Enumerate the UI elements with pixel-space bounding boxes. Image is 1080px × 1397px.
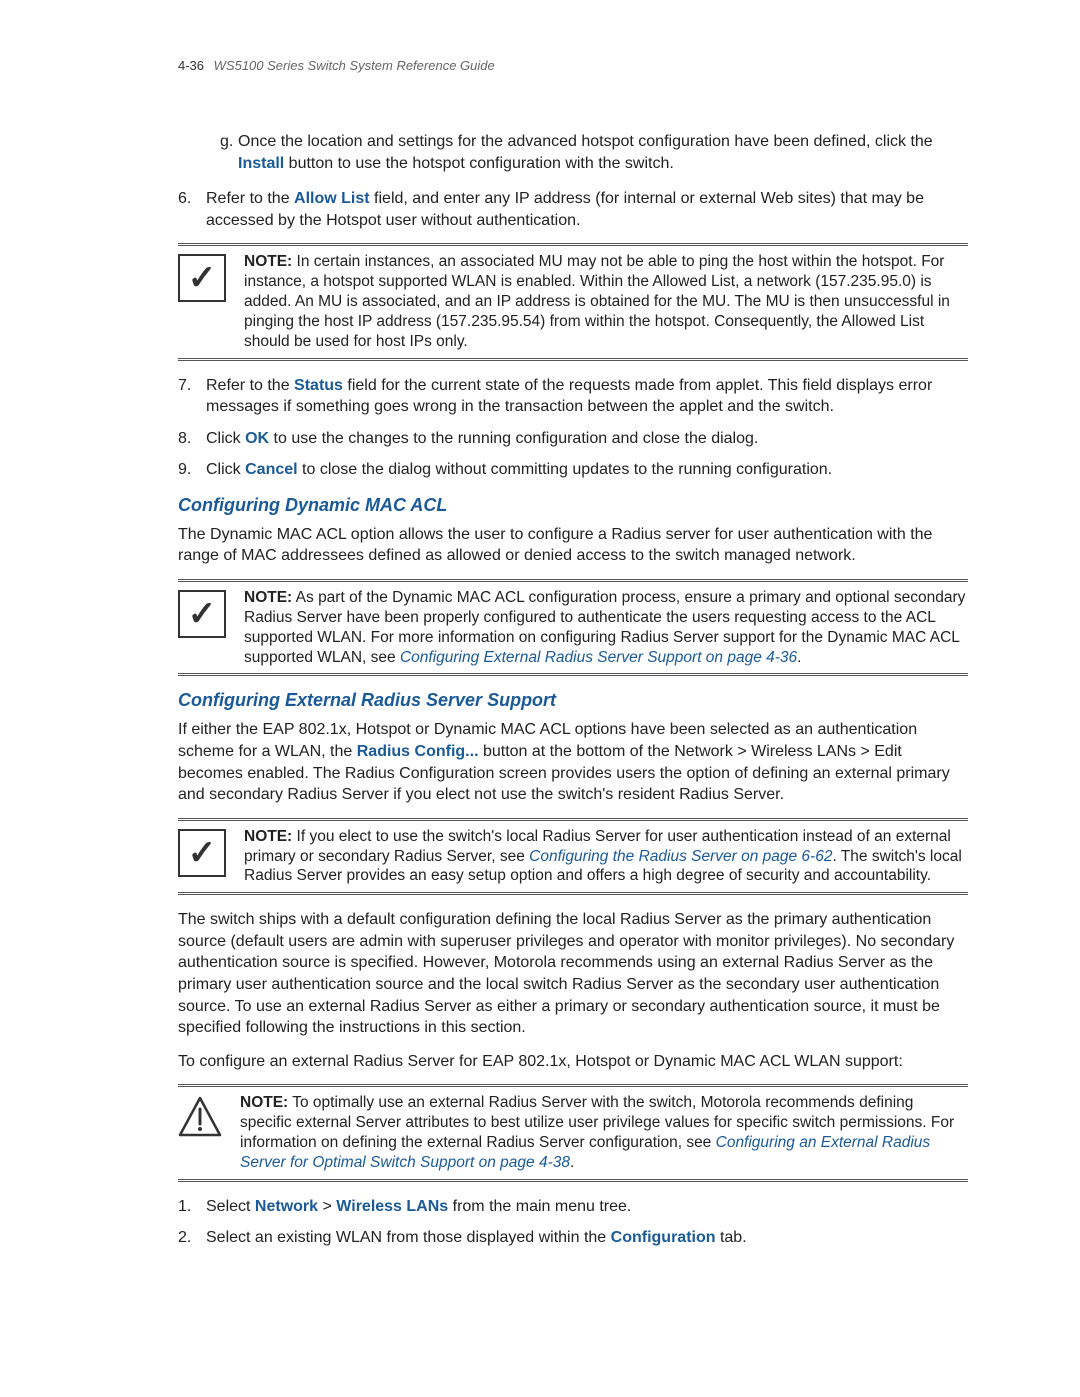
step-number: 2.: [178, 1227, 206, 1249]
note-text: NOTE: To optimally use an external Radiu…: [240, 1093, 968, 1172]
step-8: 8. Click OK to use the changes to the ru…: [178, 428, 968, 450]
configuration-tab: Configuration: [611, 1229, 716, 1246]
page-number: 4-36: [178, 58, 204, 73]
substep-letter: g.: [220, 131, 238, 174]
heading-dynamic-mac-acl: Configuring Dynamic MAC ACL: [178, 495, 968, 516]
menu-network: Network: [255, 1198, 318, 1215]
radius-config-button-label: Radius Config...: [357, 743, 479, 760]
check-icon: ✓: [178, 829, 226, 877]
substep-g: g. Once the location and settings for th…: [220, 131, 968, 174]
note-text: NOTE: As part of the Dynamic MAC ACL con…: [244, 588, 968, 667]
check-icon: ✓: [178, 590, 226, 638]
step-2-select-wlan: 2. Select an existing WLAN from those di…: [178, 1227, 968, 1249]
check-icon: ✓: [178, 254, 226, 302]
menu-wireless-lans: Wireless LANs: [336, 1198, 448, 1215]
link-configuring-radius-server[interactable]: Configuring the Radius Server on page 6-…: [529, 848, 832, 865]
doc-title: WS5100 Series Switch System Reference Gu…: [214, 58, 495, 73]
step-content: Refer to the Status field for the curren…: [206, 375, 968, 418]
para-default-config: The switch ships with a default configur…: [178, 909, 968, 1039]
step-number: 8.: [178, 428, 206, 450]
document-page: 4-36 WS5100 Series Switch System Referen…: [0, 0, 1080, 1397]
step-content: Select an existing WLAN from those displ…: [206, 1227, 968, 1249]
page-header: 4-36 WS5100 Series Switch System Referen…: [178, 58, 968, 73]
step-number: 9.: [178, 459, 206, 481]
install-button-label: Install: [238, 155, 284, 172]
cancel-button-label: Cancel: [245, 461, 297, 478]
step-content: Click Cancel to close the dialog without…: [206, 459, 968, 481]
step-1-select-network: 1. Select Network > Wireless LANs from t…: [178, 1196, 968, 1218]
step-content: Select Network > Wireless LANs from the …: [206, 1196, 968, 1218]
step-content: Refer to the Allow List field, and enter…: [206, 188, 968, 231]
para-dynamic-mac-acl: The Dynamic MAC ACL option allows the us…: [178, 524, 968, 567]
para-configure-external: To configure an external Radius Server f…: [178, 1051, 968, 1073]
link-configuring-external-radius[interactable]: Configuring External Radius Server Suppo…: [400, 649, 797, 666]
step-number: 1.: [178, 1196, 206, 1218]
note-allowed-list: ✓ NOTE: In certain instances, an associa…: [178, 243, 968, 360]
heading-external-radius: Configuring External Radius Server Suppo…: [178, 690, 968, 711]
note-text: NOTE: In certain instances, an associate…: [244, 252, 968, 351]
step-number: 6.: [178, 188, 206, 231]
note-local-radius: ✓ NOTE: If you elect to use the switch's…: [178, 818, 968, 895]
ok-button-label: OK: [245, 430, 269, 447]
step-7: 7. Refer to the Status field for the cur…: [178, 375, 968, 418]
note-external-radius-optimal: NOTE: To optimally use an external Radiu…: [178, 1084, 968, 1181]
allow-list-field: Allow List: [294, 190, 370, 207]
substep-text: Once the location and settings for the a…: [238, 131, 968, 174]
step-number: 7.: [178, 375, 206, 418]
note-text: NOTE: If you elect to use the switch's l…: [244, 827, 968, 886]
warning-icon: [178, 1095, 222, 1139]
step-content: Click OK to use the changes to the runni…: [206, 428, 968, 450]
note-dynamic-mac-acl: ✓ NOTE: As part of the Dynamic MAC ACL c…: [178, 579, 968, 676]
step-6: 6. Refer to the Allow List field, and en…: [178, 188, 968, 231]
para-external-radius-intro: If either the EAP 802.1x, Hotspot or Dyn…: [178, 719, 968, 805]
step-9: 9. Click Cancel to close the dialog with…: [178, 459, 968, 481]
status-field: Status: [294, 377, 343, 394]
